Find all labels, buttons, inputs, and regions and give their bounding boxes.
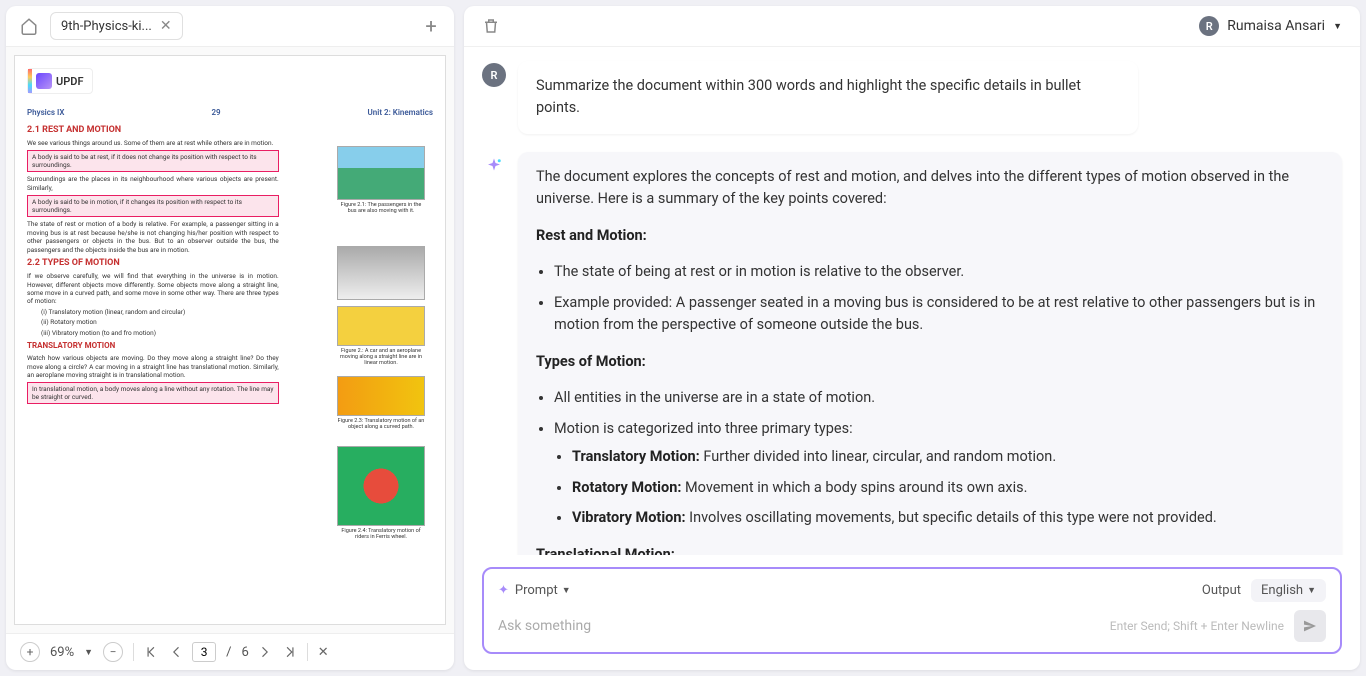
chat-input-container: ✦ Prompt▼ Output English▼ Enter Send; Sh… xyxy=(482,567,1342,654)
figure-caption: Figure 2.3: Translatory motion of an obj… xyxy=(337,418,425,430)
user-name: Rumaisa Ansari xyxy=(1227,18,1325,34)
prompt-dropdown[interactable]: Prompt▼ xyxy=(515,583,571,598)
user-menu[interactable]: R Rumaisa Ansari ▼ xyxy=(1199,16,1342,36)
figure-image xyxy=(337,306,425,346)
updf-logo: UPDF xyxy=(27,68,93,94)
page-header: Physics IX29Unit 2: Kinematics xyxy=(27,108,433,117)
user-message: Summarize the document within 300 words … xyxy=(518,61,1138,134)
input-top-row: ✦ Prompt▼ Output English▼ xyxy=(498,579,1326,602)
next-page-icon[interactable] xyxy=(259,645,273,659)
list-item: All entities in the universe are in a st… xyxy=(554,387,1324,409)
figure-image xyxy=(337,446,425,526)
tab-title: 9th-Physics-ki... xyxy=(61,19,152,34)
section-heading: 2.1 REST AND MOTION xyxy=(27,125,433,135)
page-number-input[interactable] xyxy=(192,642,216,662)
document-panel: 9th-Physics-ki... ✕ + UPDF Physics IX29U… xyxy=(6,6,454,670)
chat-header: R Rumaisa Ansari ▼ xyxy=(464,6,1360,47)
figure-image xyxy=(337,146,425,200)
highlight-box: A body is said to be in motion, if it ch… xyxy=(27,195,279,217)
send-button[interactable] xyxy=(1294,610,1326,642)
close-icon[interactable]: ✕ xyxy=(160,18,172,34)
figure-image xyxy=(337,246,425,300)
send-icon xyxy=(1302,618,1318,634)
chevron-down-icon[interactable]: ▼ xyxy=(84,647,93,658)
prev-page-icon[interactable] xyxy=(168,645,182,659)
chat-panel: R Rumaisa Ansari ▼ R Summarize the docum… xyxy=(464,6,1360,670)
figure-caption: Figure 2.: A car and an aeroplane moving… xyxy=(337,348,425,366)
first-page-icon[interactable] xyxy=(144,645,158,659)
zoom-in-button[interactable]: + xyxy=(20,642,40,662)
trash-icon[interactable] xyxy=(482,17,500,35)
language-dropdown[interactable]: English▼ xyxy=(1251,579,1326,602)
input-hint: Enter Send; Shift + Enter Newline xyxy=(1110,619,1284,633)
chevron-down-icon: ▼ xyxy=(1333,21,1342,32)
document-viewport[interactable]: UPDF Physics IX29Unit 2: Kinematics 2.1 … xyxy=(6,47,454,633)
page-total: 6 xyxy=(241,645,248,660)
close-toolbar-icon[interactable]: ✕ xyxy=(318,645,329,660)
brand-text: UPDF xyxy=(56,75,84,88)
chat-input[interactable] xyxy=(498,618,1110,634)
figure-caption: Figure 2.4: Translatory motion of riders… xyxy=(337,528,425,540)
home-icon[interactable] xyxy=(16,13,42,39)
sparkle-icon: ✦ xyxy=(498,583,509,598)
pdf-page: UPDF Physics IX29Unit 2: Kinematics 2.1 … xyxy=(14,55,446,625)
avatar: R xyxy=(482,63,506,87)
chat-input-zone: ✦ Prompt▼ Output English▼ Enter Send; Sh… xyxy=(464,555,1360,670)
highlight-box: In translational motion, a body moves al… xyxy=(27,382,279,404)
ai-message: The document explores the concepts of re… xyxy=(518,152,1342,555)
list-item: Motion is categorized into three primary… xyxy=(554,418,1324,530)
chat-messages[interactable]: R Summarize the document within 300 word… xyxy=(464,47,1360,555)
avatar: R xyxy=(1199,16,1219,36)
document-tab[interactable]: 9th-Physics-ki... ✕ xyxy=(50,12,183,40)
ai-avatar xyxy=(482,154,506,178)
logo-mark-icon xyxy=(36,73,52,89)
figure-caption: Figure 2.1: The passengers in the bus ar… xyxy=(337,202,425,214)
list-item: The state of being at rest or in motion … xyxy=(554,261,1324,283)
tab-bar: 9th-Physics-ki... ✕ + xyxy=(6,6,454,47)
highlight-box: A body is said to be at rest, if it does… xyxy=(27,150,279,172)
last-page-icon[interactable] xyxy=(283,645,297,659)
pdf-toolbar: + 69% ▼ − / 6 ✕ xyxy=(6,633,454,670)
ai-message-row: The document explores the concepts of re… xyxy=(482,152,1342,555)
list-item: Rotatory Motion: Movement in which a bod… xyxy=(572,477,1324,499)
figure-image xyxy=(337,376,425,416)
output-label: Output xyxy=(1202,583,1241,598)
sparkle-icon xyxy=(485,157,503,175)
list-item: Vibratory Motion: Involves oscillating m… xyxy=(572,507,1324,529)
zoom-out-button[interactable]: − xyxy=(103,642,123,662)
add-tab-button[interactable]: + xyxy=(418,13,444,39)
user-message-row: R Summarize the document within 300 word… xyxy=(482,61,1342,134)
list-item: Translatory Motion: Further divided into… xyxy=(572,446,1324,468)
list-item: Example provided: A passenger seated in … xyxy=(554,292,1324,337)
zoom-level: 69% xyxy=(50,645,74,660)
